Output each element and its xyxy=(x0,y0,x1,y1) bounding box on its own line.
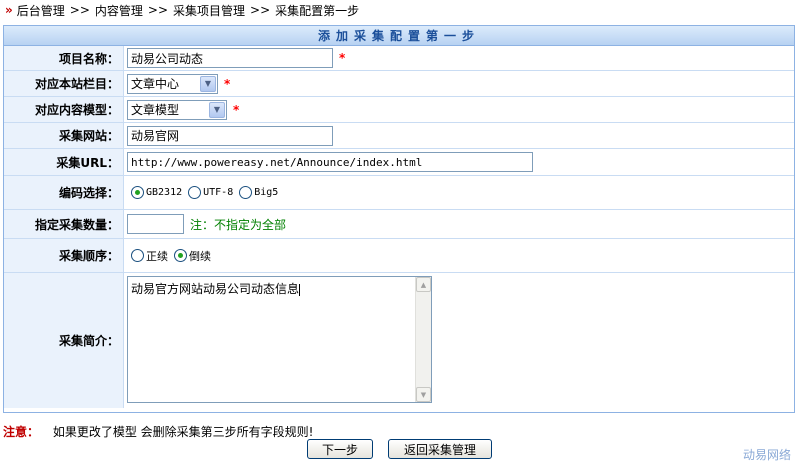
encoding-option-big5[interactable]: Big5 xyxy=(239,186,278,199)
count-label: 指定采集数量： xyxy=(4,210,124,238)
content-model-label: 对应内容模型： xyxy=(4,97,124,122)
encoding-option-label: Big5 xyxy=(254,187,279,198)
required-marker: * xyxy=(224,76,231,91)
breadcrumb-item-content[interactable]: 内容管理 xyxy=(95,2,143,19)
radio-checked-icon[interactable] xyxy=(174,249,187,262)
radio-unchecked-icon[interactable] xyxy=(131,249,144,262)
breadcrumb-item-collect-projects[interactable]: 采集项目管理 xyxy=(173,2,245,19)
breadcrumb: » 后台管理 >> 内容管理 >> 采集项目管理 >> 采集配置第一步 xyxy=(0,0,797,20)
scroll-up-arrow-icon[interactable]: ▲ xyxy=(416,277,431,292)
site-column-select[interactable]: 文章中心 ▼ xyxy=(127,73,218,94)
back-to-collect-button[interactable]: 返回采集管理 xyxy=(388,439,492,459)
count-note: 注：不指定为全部 xyxy=(190,217,287,232)
warning-label: 注意： xyxy=(3,425,40,439)
site-name-input[interactable]: 动易官网 xyxy=(127,125,333,146)
row-content-model: 对应内容模型： 文章模型 ▼ * xyxy=(4,97,794,123)
row-count: 指定采集数量： 注：不指定为全部 xyxy=(4,210,794,239)
url-label: 采集URL： xyxy=(4,149,124,175)
encoding-option-utf8[interactable]: UTF-8 xyxy=(188,186,233,199)
breadcrumb-separator: >> xyxy=(69,3,90,17)
order-radio-group: 正续 倒续 xyxy=(131,248,217,264)
site-column-label: 对应本站栏目： xyxy=(4,71,124,96)
intro-text: 动易官方网站动易公司动态信息 xyxy=(131,282,300,296)
breadcrumb-item-current: 采集配置第一步 xyxy=(275,3,360,18)
order-option-label: 正续 xyxy=(146,249,168,263)
row-intro: 采集简介： 动易官方网站动易公司动态信息 ▲ ▼ xyxy=(4,273,794,408)
scroll-down-arrow-icon[interactable]: ▼ xyxy=(416,387,431,402)
row-project-name: 项目名称： 动易公司动态 * xyxy=(4,46,794,71)
content-model-select[interactable]: 文章模型 ▼ xyxy=(127,99,227,120)
url-input[interactable]: http://www.powereasy.net/Announce/index.… xyxy=(127,152,533,172)
order-option-label: 倒续 xyxy=(189,249,211,263)
breadcrumb-separator: >> xyxy=(147,3,169,17)
config-form-panel: 添加采集配置第一步 项目名称： 动易公司动态 * 对应本站栏目： 文章中心 ▼ … xyxy=(3,25,795,413)
project-name-label: 项目名称： xyxy=(4,46,124,70)
breadcrumb-separator: >> xyxy=(250,3,271,17)
intro-label: 采集简介： xyxy=(4,273,124,408)
required-marker: * xyxy=(339,51,346,65)
text-caret xyxy=(299,283,301,296)
row-encoding: 编码选择： GB2312 UTF-8 Big5 xyxy=(4,176,794,210)
row-site-name: 采集网站： 动易官网 xyxy=(4,123,794,149)
double-arrow-icon: » xyxy=(5,3,13,17)
next-step-button[interactable]: 下一步 xyxy=(307,439,373,459)
panel-title: 添加采集配置第一步 xyxy=(4,26,794,46)
encoding-option-label: UTF-8 xyxy=(203,187,234,198)
chevron-down-icon[interactable]: ▼ xyxy=(209,101,225,118)
encoding-option-gb2312[interactable]: GB2312 xyxy=(131,186,182,199)
brand-text: 动易网络 xyxy=(742,448,791,462)
radio-checked-icon[interactable] xyxy=(131,186,144,199)
textarea-scrollbar[interactable]: ▲ ▼ xyxy=(415,277,431,402)
project-name-input[interactable]: 动易公司动态 xyxy=(127,48,333,68)
order-option-forward[interactable]: 正续 xyxy=(131,248,168,264)
count-input[interactable] xyxy=(127,214,184,234)
content-model-selected: 文章模型 xyxy=(131,103,180,117)
row-order: 采集顺序： 正续 倒续 xyxy=(4,239,794,273)
action-buttons: 下一步 返回采集管理 xyxy=(307,439,492,459)
encoding-label: 编码选择： xyxy=(4,176,124,209)
radio-unchecked-icon[interactable] xyxy=(239,186,253,199)
order-option-reverse[interactable]: 倒续 xyxy=(174,248,211,264)
encoding-option-label: GB2312 xyxy=(146,187,183,198)
row-url: 采集URL： http://www.powereasy.net/Announce… xyxy=(4,149,794,176)
warning-message: 注意： 如果更改了模型 会删除采集第三步所有字段规则! xyxy=(3,423,313,440)
radio-unchecked-icon[interactable] xyxy=(188,186,202,199)
chevron-down-icon[interactable]: ▼ xyxy=(200,75,216,92)
site-name-label: 采集网站： xyxy=(4,123,124,148)
site-column-selected: 文章中心 xyxy=(131,77,180,91)
breadcrumb-item-admin[interactable]: 后台管理 xyxy=(17,2,65,19)
row-site-column: 对应本站栏目： 文章中心 ▼ * xyxy=(4,71,794,97)
order-label: 采集顺序： xyxy=(4,239,124,272)
intro-textarea[interactable]: 动易官方网站动易公司动态信息 ▲ ▼ xyxy=(127,276,432,403)
required-marker: * xyxy=(233,102,240,117)
encoding-radio-group: GB2312 UTF-8 Big5 xyxy=(131,186,284,199)
warning-text: 如果更改了模型 会删除采集第三步所有字段规则! xyxy=(52,425,314,439)
